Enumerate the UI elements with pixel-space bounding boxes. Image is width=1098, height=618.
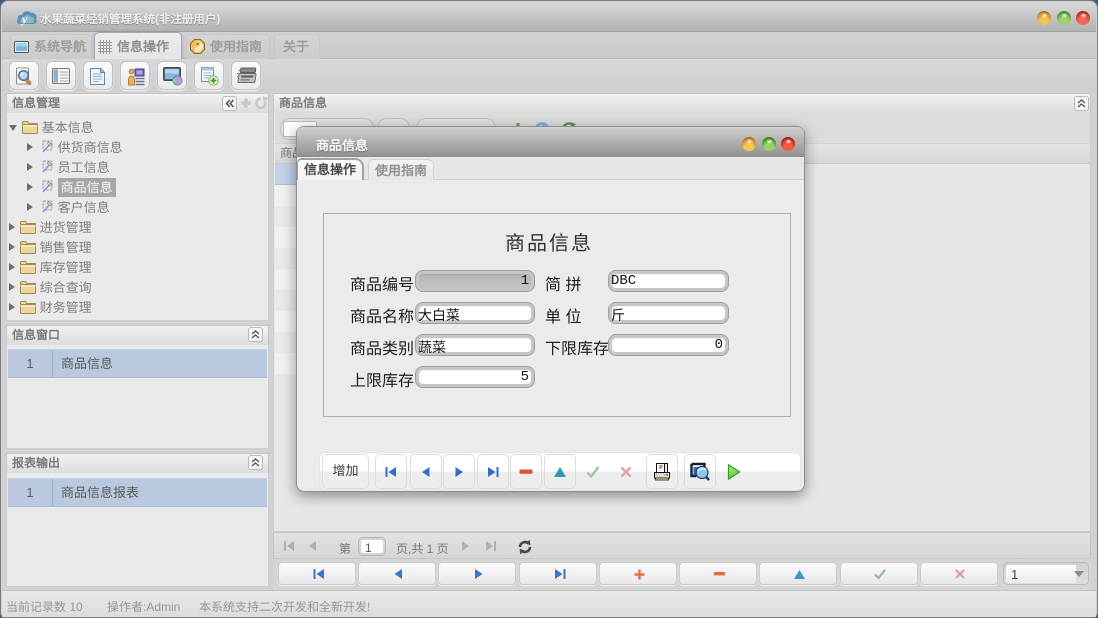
svg-text:y: y bbox=[20, 12, 28, 26]
